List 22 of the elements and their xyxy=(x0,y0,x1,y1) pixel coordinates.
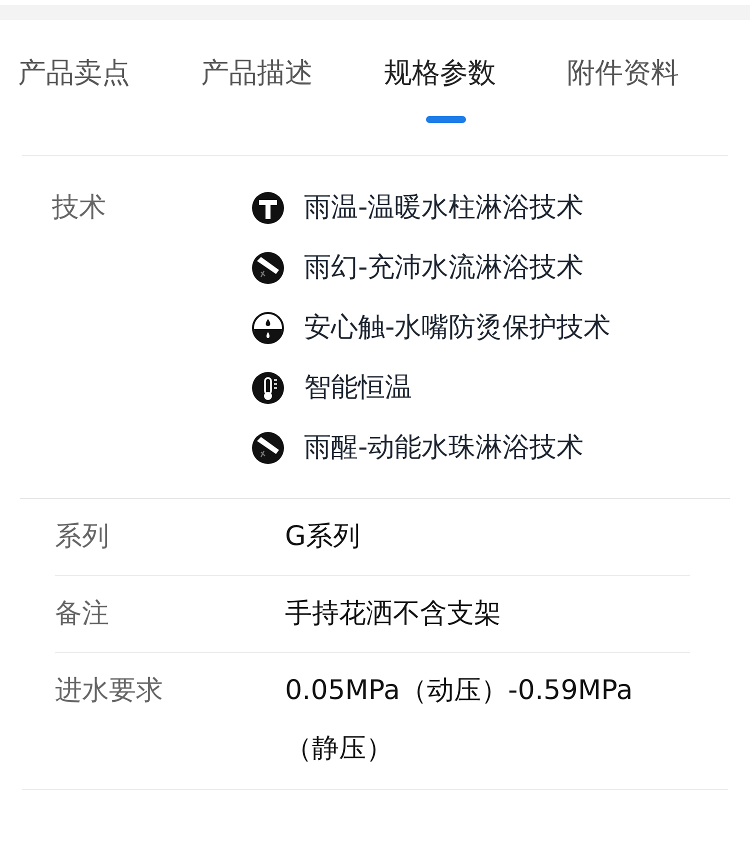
tab[interactable]: 产品描述 xyxy=(201,51,313,95)
safety-icon xyxy=(252,312,284,344)
spec-value: G系列 xyxy=(285,520,361,554)
technology-item: 雨醒-动能水珠淋浴技术 xyxy=(304,430,584,465)
technology-item: 雨幻-充沛水流淋浴技术 xyxy=(304,250,584,285)
spec-value: 0.05MPa（动压）-0.59MPa（静压） xyxy=(285,674,634,766)
spec-label: 技术 xyxy=(52,191,107,225)
heating-icon xyxy=(252,192,284,224)
active-tab-indicator xyxy=(426,116,466,123)
shower-icon xyxy=(252,432,284,464)
spec-label: 进水要求 xyxy=(55,674,164,708)
tab[interactable]: 产品卖点 xyxy=(18,51,130,95)
spec-value: 手持花洒不含支架 xyxy=(285,597,502,631)
shower-icon xyxy=(252,252,284,284)
tab[interactable]: 附件资料 xyxy=(567,51,679,95)
technology-item: 雨温-温暖水柱淋浴技术 xyxy=(304,190,584,225)
technology-item: 智能恒温 xyxy=(304,370,412,405)
spec-label: 系列 xyxy=(55,520,110,554)
thermostat-icon xyxy=(252,372,284,404)
tab[interactable]: 规格参数 xyxy=(384,51,496,95)
spec-label: 备注 xyxy=(55,597,110,631)
technology-item: 安心触-水嘴防烫保护技术 xyxy=(304,310,611,345)
